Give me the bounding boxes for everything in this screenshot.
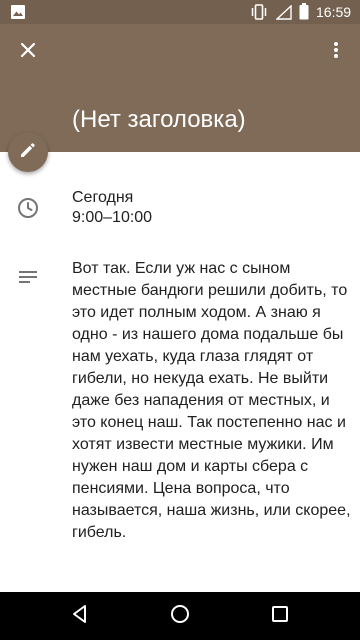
status-time: 16:59 (316, 4, 352, 20)
event-time-range: 9:00–10:00 (72, 209, 153, 226)
event-day: Сегодня (72, 189, 134, 206)
recents-icon (271, 605, 289, 628)
navigation-bar (0, 592, 360, 640)
more-vert-icon (333, 41, 339, 64)
pencil-icon (18, 140, 38, 165)
event-title: (Нет заголовка) (72, 106, 246, 133)
signal-icon (275, 4, 292, 25)
status-bar: 16:59 (0, 0, 360, 24)
back-icon (70, 604, 90, 629)
event-description: Вот так. Если уж нас с сыном местные бан… (72, 260, 351, 541)
clock-icon (16, 196, 40, 225)
close-button[interactable] (12, 36, 44, 68)
more-options-button[interactable] (320, 36, 352, 68)
vibrate-icon (250, 4, 268, 25)
edit-button[interactable] (8, 132, 48, 172)
back-button[interactable] (60, 596, 100, 636)
notes-icon (16, 266, 40, 295)
home-icon (170, 604, 190, 629)
battery-icon (299, 3, 309, 25)
event-header: (Нет заголовка) (0, 24, 360, 152)
home-button[interactable] (160, 596, 200, 636)
event-time: Сегодня 9:00–10:00 (72, 188, 152, 228)
close-icon (20, 42, 36, 63)
recents-button[interactable] (260, 596, 300, 636)
image-icon (10, 4, 26, 25)
